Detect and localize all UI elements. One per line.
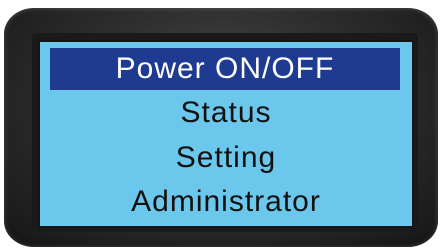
- menu-item-administrator[interactable]: Administrator: [40, 181, 412, 223]
- menu-item-setting[interactable]: Setting: [40, 137, 412, 179]
- lcd-screen: Power ON/OFF Status Setting Administrato…: [38, 40, 414, 228]
- device-body: Power ON/OFF Status Setting Administrato…: [4, 8, 438, 247]
- menu-item-power-on-off[interactable]: Power ON/OFF: [50, 48, 400, 90]
- menu-item-status[interactable]: Status: [40, 92, 412, 134]
